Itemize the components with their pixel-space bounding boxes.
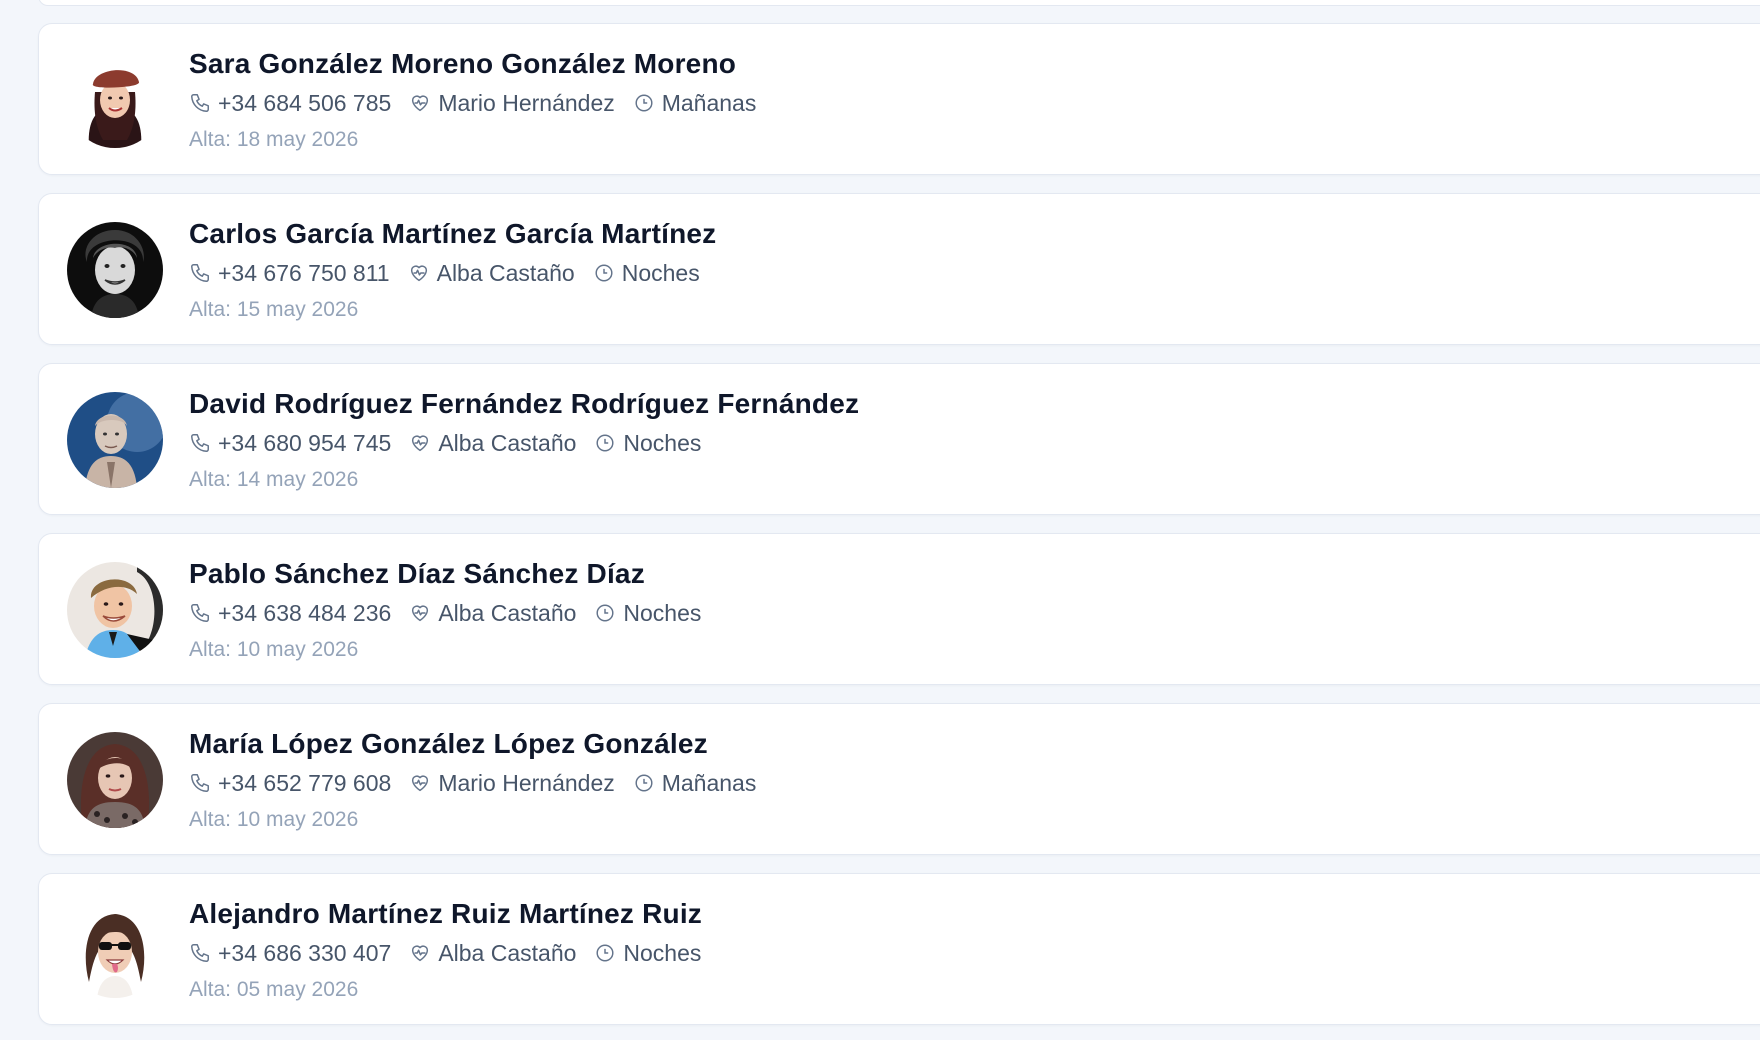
patient-shift: Noches [623, 429, 702, 456]
patient-card[interactable]: Pablo Sánchez Díaz Sánchez Díaz +34 638 … [38, 533, 1760, 685]
shift-group: Noches [593, 260, 700, 287]
phone-group[interactable]: +34 652 779 608 [189, 770, 391, 797]
phone-group[interactable]: +34 680 954 745 [189, 430, 391, 457]
patient-card[interactable]: Alejandro Martínez Ruiz Martínez Ruiz +3… [38, 873, 1760, 1025]
patient-list: Sara González Moreno González Moreno +34… [0, 0, 1760, 1040]
patient-name[interactable]: Pablo Sánchez Díaz Sánchez Díaz [189, 558, 645, 590]
patient-caregiver: Alba Castaño [438, 939, 577, 966]
shift-group: Noches [594, 430, 701, 457]
patient-meta: +34 686 330 407 Alba Castaño Noches [189, 938, 719, 968]
patient-shift: Noches [623, 599, 702, 626]
patient-phone: +34 686 330 407 [218, 939, 392, 966]
patient-caregiver: Alba Castaño [438, 599, 577, 626]
caregiver-group: Alba Castaño [408, 260, 575, 287]
patient-caregiver: Alba Castaño [436, 259, 575, 286]
phone-icon [189, 92, 211, 114]
patient-avatar [67, 562, 163, 658]
patient-admission-date: Alta: 10 may 2026 [189, 638, 359, 661]
patient-name[interactable]: David Rodríguez Fernández Rodríguez Fern… [189, 388, 859, 420]
caregiver-group: Alba Castaño [409, 940, 576, 967]
patient-name[interactable]: María López González López González [189, 728, 708, 760]
patient-card[interactable]: Carlos García Martínez García Martínez +… [38, 193, 1760, 345]
patient-admission-date: Alta: 18 may 2026 [189, 128, 359, 151]
phone-group[interactable]: +34 638 484 236 [189, 600, 391, 627]
patient-caregiver: Mario Hernández [438, 89, 615, 116]
phone-icon [189, 602, 211, 624]
patient-caregiver: Alba Castaño [438, 429, 577, 456]
patient-avatar [67, 392, 163, 488]
patient-shift: Mañanas [661, 89, 757, 116]
patient-avatar [67, 52, 163, 148]
phone-group[interactable]: +34 676 750 811 [189, 260, 390, 287]
patient-avatar [67, 902, 163, 998]
clock-icon [633, 772, 655, 794]
shift-group: Mañanas [633, 89, 757, 117]
caregiver-group: Alba Castaño [409, 430, 576, 457]
patient-phone: +34 638 484 236 [218, 599, 392, 626]
patient-shift: Mañanas [661, 769, 757, 796]
patient-card[interactable]: Sara González Moreno González Moreno +34… [38, 23, 1760, 175]
heart-pulse-icon [409, 602, 431, 624]
patient-card[interactable]: David Rodríguez Fernández Rodríguez Fern… [38, 363, 1760, 515]
shift-group: Noches [594, 600, 701, 627]
clock-icon [594, 432, 616, 454]
patient-meta: +34 676 750 811 Alba Castaño Noches [189, 258, 718, 288]
heart-pulse-icon [409, 772, 431, 794]
phone-group[interactable]: +34 686 330 407 [189, 940, 391, 967]
heart-pulse-icon [408, 262, 430, 284]
phone-icon [189, 262, 211, 284]
patient-phone: +34 652 779 608 [218, 769, 392, 796]
phone-icon [189, 942, 211, 964]
heart-pulse-icon [409, 942, 431, 964]
clock-icon [594, 602, 616, 624]
patient-card[interactable]: María López González López González +34 … [38, 703, 1760, 855]
patient-name[interactable]: Alejandro Martínez Ruiz Martínez Ruiz [189, 898, 702, 930]
phone-group[interactable]: +34 684 506 785 [189, 90, 391, 117]
clock-icon [593, 262, 615, 284]
patient-name[interactable]: Sara González Moreno González Moreno [189, 48, 736, 80]
previous-card-edge [38, 0, 1760, 6]
patient-admission-date: Alta: 10 may 2026 [189, 808, 359, 831]
patient-name[interactable]: Carlos García Martínez García Martínez [189, 218, 716, 250]
caregiver-group: Mario Hernández [409, 89, 615, 117]
shift-group: Mañanas [633, 769, 757, 797]
patient-meta: +34 638 484 236 Alba Castaño Noches [189, 598, 719, 628]
patient-caregiver: Mario Hernández [438, 769, 615, 796]
patient-avatar [67, 732, 163, 828]
patient-admission-date: Alta: 15 may 2026 [189, 298, 359, 321]
patient-phone: +34 676 750 811 [218, 259, 390, 286]
caregiver-group: Alba Castaño [409, 600, 576, 627]
heart-pulse-icon [409, 432, 431, 454]
heart-pulse-icon [409, 92, 431, 114]
patient-avatar [67, 222, 163, 318]
phone-icon [189, 432, 211, 454]
shift-group: Noches [594, 940, 701, 967]
patient-phone: +34 680 954 745 [218, 429, 392, 456]
patient-admission-date: Alta: 14 may 2026 [189, 468, 359, 491]
clock-icon [633, 92, 655, 114]
patient-shift: Noches [621, 259, 700, 286]
patient-meta: +34 684 506 785 Mario Hernández Mañanas [189, 88, 774, 118]
patient-meta: +34 652 779 608 Mario Hernández Mañanas [189, 768, 774, 798]
clock-icon [594, 942, 616, 964]
patient-shift: Noches [623, 939, 702, 966]
caregiver-group: Mario Hernández [409, 769, 615, 797]
phone-icon [189, 772, 211, 794]
patient-admission-date: Alta: 05 may 2026 [189, 978, 359, 1001]
patient-phone: +34 684 506 785 [218, 89, 392, 116]
patient-meta: +34 680 954 745 Alba Castaño Noches [189, 428, 719, 458]
